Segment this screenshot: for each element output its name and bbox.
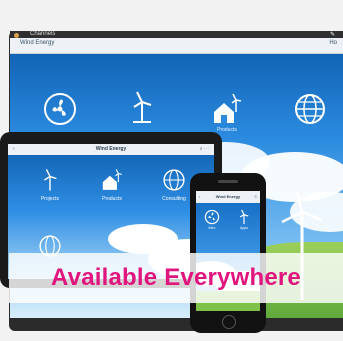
banner-title: Available Everywhere: [51, 264, 301, 291]
tile-label: Apps: [240, 226, 248, 230]
menu-icon[interactable]: ≡: [255, 194, 257, 199]
tile-label: Intro: [208, 226, 216, 230]
tablet-app-title: Wind Energy: [95, 146, 127, 152]
laptop-app-title: Wind Energy: [20, 40, 55, 46]
phone-app-title: Wind Energy: [215, 194, 241, 199]
house-turbine-icon[interactable]: [100, 168, 124, 192]
menu-right-icon[interactable]: ✎: [330, 31, 335, 38]
phone-home-button[interactable]: [222, 315, 236, 329]
fan-icon[interactable]: [204, 209, 220, 225]
channels-menu[interactable]: Channels: [30, 31, 55, 37]
home-nav-link[interactable]: Ho: [329, 40, 337, 46]
tablet-app-header: ‹ Wind Energy ⌕ ⋯: [8, 144, 214, 155]
fan-icon[interactable]: [43, 92, 77, 126]
laptop-app-header: Wind Energy Ho: [10, 38, 343, 54]
globe-icon[interactable]: [162, 168, 186, 192]
tile-label: Products: [102, 196, 122, 202]
tile-label: Consulting: [162, 196, 186, 202]
search-icon[interactable]: ⌕ ⋯: [200, 146, 209, 152]
tile-label: Projects: [40, 196, 60, 202]
wind-turbine-icon[interactable]: [38, 168, 62, 192]
house-turbine-icon[interactable]: [210, 92, 244, 126]
globe-icon[interactable]: [293, 92, 327, 126]
wind-turbine-icon[interactable]: [125, 90, 159, 124]
phone-app-header: ‹ Wind Energy ≡: [196, 191, 260, 203]
phone-earpiece: [218, 180, 238, 183]
wind-turbine-icon[interactable]: [236, 209, 252, 225]
